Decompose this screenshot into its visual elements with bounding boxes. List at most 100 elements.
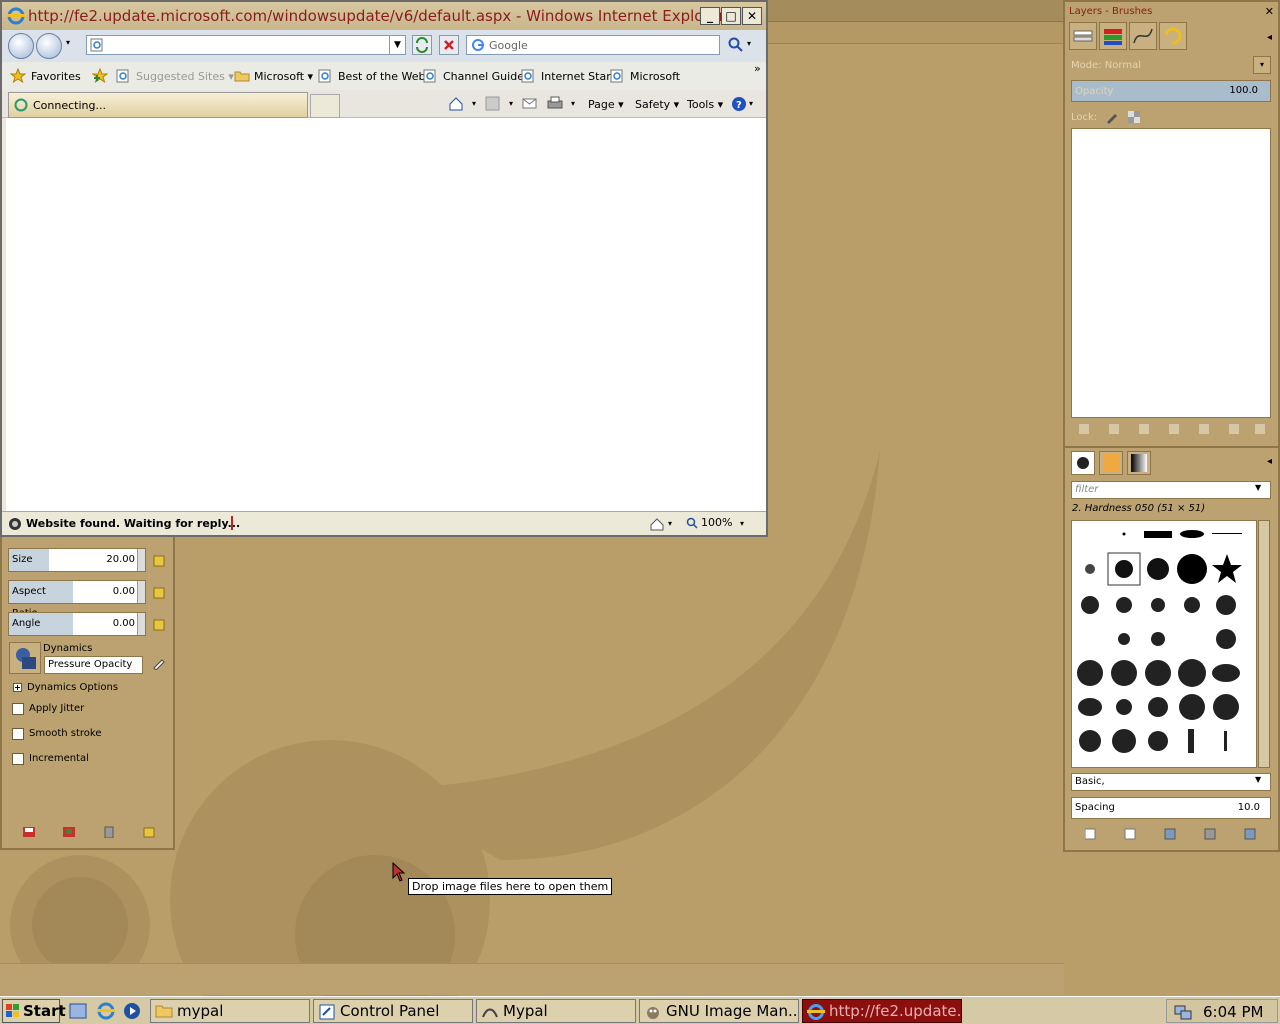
tab-connecting[interactable]: Connecting... — [8, 92, 308, 118]
tab-gradients-icon[interactable] — [1127, 451, 1151, 475]
edit-dynamics-icon[interactable] — [152, 656, 166, 670]
network-icon[interactable] — [1173, 1002, 1193, 1022]
incremental-checkbox[interactable] — [12, 753, 24, 765]
show-desktop-icon[interactable] — [68, 1001, 88, 1021]
brush-tag-combo[interactable]: Basic, — [1071, 773, 1271, 791]
tools-menu[interactable]: Tools ▾ — [687, 98, 723, 111]
new-tab-button[interactable] — [310, 94, 340, 118]
delete-options-icon[interactable] — [102, 826, 116, 838]
expand-icon[interactable] — [13, 683, 23, 693]
tab-patterns-icon[interactable] — [1099, 451, 1123, 475]
more-favorites-icon[interactable]: » — [754, 62, 761, 75]
save-options-icon[interactable] — [22, 826, 36, 838]
zoom-level[interactable]: 100% — [701, 516, 732, 529]
refresh-icon[interactable] — [412, 35, 432, 55]
task-mypal-folder[interactable]: mypal — [150, 999, 310, 1023]
print-dropdown-icon[interactable]: ▾ — [571, 99, 575, 108]
dynamics-options-expander[interactable]: Dynamics Options — [27, 682, 118, 693]
forward-button[interactable] — [36, 33, 62, 59]
mail-icon[interactable] — [522, 96, 538, 112]
search-box[interactable]: Google — [466, 35, 720, 55]
microsoft-link[interactable]: Microsoft — [630, 70, 680, 83]
gimp-statusbar — [0, 963, 1064, 995]
search-options-icon[interactable]: ▾ — [747, 39, 751, 48]
print-icon[interactable] — [547, 96, 563, 112]
safety-menu[interactable]: Safety ▾ — [635, 98, 679, 111]
address-dropdown-icon[interactable]: ▼ — [389, 36, 405, 54]
best-of-web-link[interactable]: Best of the Web — [338, 70, 425, 83]
task-control-panel[interactable]: Control Panel — [313, 999, 473, 1023]
reset-link-icon[interactable] — [152, 586, 166, 600]
home-dropdown-icon[interactable]: ▾ — [472, 99, 476, 108]
home-icon[interactable] — [448, 96, 464, 112]
tab-undo-icon[interactable] — [1159, 22, 1187, 50]
address-bar[interactable]: ▼ — [86, 35, 406, 55]
protected-mode-icon[interactable] — [649, 516, 665, 532]
minimize-button[interactable]: _ — [700, 7, 720, 25]
reset-options-icon[interactable] — [142, 826, 156, 838]
brush-scrollbar[interactable] — [1258, 520, 1270, 768]
history-dropdown-icon[interactable]: ▾ — [66, 38, 70, 47]
back-button[interactable] — [8, 33, 34, 59]
clock[interactable]: 6:04 PM — [1203, 1003, 1263, 1021]
size-slider[interactable]: Size 20.00 — [8, 548, 146, 572]
layers-list[interactable] — [1071, 128, 1271, 418]
tab-channels-icon[interactable] — [1099, 22, 1127, 50]
task-gimp[interactable]: GNU Image Man... — [639, 999, 799, 1023]
stop-icon[interactable] — [439, 35, 459, 55]
media-player-icon[interactable] — [122, 1001, 142, 1021]
size-spin[interactable] — [137, 549, 145, 571]
brushes-menu-icon[interactable]: ◂ — [1267, 456, 1272, 467]
mode-dropdown-icon[interactable]: ▾ — [1253, 56, 1271, 74]
ie-page-icon — [610, 69, 623, 83]
maximize-button[interactable]: □ — [721, 7, 741, 25]
reset-link-icon[interactable] — [152, 618, 166, 632]
tab-brushes-icon[interactable] — [1071, 451, 1095, 475]
aspect-ratio-spin[interactable] — [137, 581, 145, 603]
brush-grid[interactable] — [1071, 520, 1257, 768]
favorites-button[interactable]: Favorites — [31, 70, 81, 83]
help-dropdown-icon[interactable]: ▾ — [749, 99, 753, 108]
protected-mode-dropdown-icon[interactable]: ▾ — [668, 519, 672, 528]
restore-options-icon[interactable] — [62, 826, 76, 838]
feeds-dropdown-icon[interactable]: ▾ — [509, 99, 513, 108]
lock-pixels-icon[interactable] — [1105, 110, 1119, 124]
ie-page-icon — [318, 69, 331, 83]
dock-menu-icon[interactable]: ◂ — [1267, 32, 1272, 43]
tab-paths-icon[interactable] — [1129, 22, 1157, 50]
opacity-slider[interactable]: Opacity 100.0 — [1071, 80, 1271, 102]
channel-guide-link[interactable]: Channel Guide — [443, 70, 524, 83]
internet-start-link[interactable]: Internet Start — [541, 70, 615, 83]
filter-dropdown-icon[interactable]: ▼ — [1255, 483, 1261, 492]
apply-jitter-checkbox[interactable] — [12, 703, 24, 715]
spacing-slider[interactable]: Spacing 10.0 — [1071, 797, 1271, 819]
search-icon[interactable] — [726, 36, 744, 54]
add-favorite-icon[interactable] — [92, 68, 108, 84]
brush-filter-input[interactable]: filter — [1071, 481, 1271, 499]
aspect-ratio-slider[interactable]: Aspect Ratio 0.00 — [8, 580, 146, 619]
close-button[interactable]: ✕ — [742, 7, 762, 25]
smooth-stroke-checkbox[interactable] — [12, 728, 24, 740]
page-content[interactable] — [6, 118, 766, 511]
tag-dropdown-icon[interactable]: ▼ — [1255, 775, 1261, 784]
help-icon[interactable]: ? — [731, 96, 747, 112]
task-ie-window[interactable]: http://fe2.update.... — [802, 999, 962, 1023]
task-mypal-browser[interactable]: Mypal — [476, 999, 636, 1023]
dynamics-combo[interactable]: Pressure Opacity — [44, 656, 143, 674]
dynamics-icon[interactable] — [9, 642, 41, 674]
microsoft-folder-link[interactable]: Microsoft ▾ — [254, 70, 313, 83]
tab-layers-icon[interactable] — [1069, 22, 1097, 50]
angle-slider[interactable]: Angle 0.00 — [8, 612, 146, 636]
lock-alpha-icon[interactable] — [1127, 110, 1141, 124]
ie-quicklaunch-icon[interactable] — [96, 1001, 116, 1021]
brush-thumbnails[interactable] — [1072, 521, 1257, 768]
feeds-icon[interactable] — [485, 96, 501, 112]
suggested-sites-link[interactable]: Suggested Sites ▾ — [136, 70, 234, 83]
ie-titlebar[interactable]: http://fe2.update.microsoft.com/windowsu… — [2, 2, 766, 30]
dock-close-icon[interactable]: ✕ — [1265, 5, 1274, 18]
reset-link-icon[interactable] — [152, 554, 166, 568]
start-button[interactable]: Start — [2, 999, 66, 1023]
zoom-dropdown-icon[interactable]: ▾ — [740, 519, 744, 528]
page-menu[interactable]: Page ▾ — [588, 98, 624, 111]
angle-spin[interactable] — [137, 613, 145, 635]
